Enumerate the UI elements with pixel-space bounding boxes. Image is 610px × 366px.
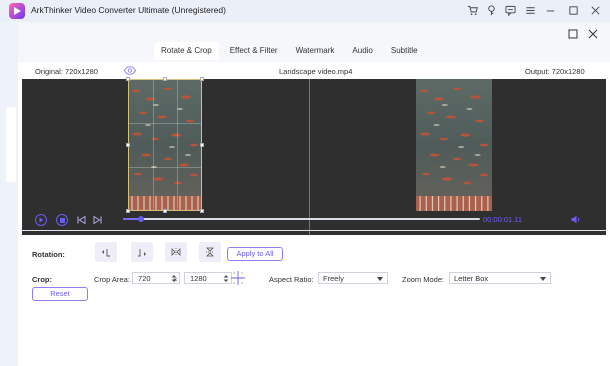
spinner-arrows-icon bbox=[223, 275, 229, 282]
crop-handle-bottom[interactable] bbox=[163, 209, 167, 213]
total-time: /00:00:30.23 bbox=[522, 215, 564, 224]
zoom-mode-label: Zoom Mode: bbox=[402, 275, 445, 284]
edit-dialog: Rotate & Crop Effect & Filter Watermark … bbox=[18, 22, 610, 366]
crop-handle-bottom-left[interactable] bbox=[126, 209, 130, 213]
dialog-close-icon[interactable] bbox=[587, 28, 599, 40]
tab-rotate-crop[interactable]: Rotate & Crop bbox=[154, 42, 219, 60]
tab-watermark[interactable]: Watermark bbox=[289, 42, 342, 60]
time-display: 00:00:01.11/00:00:30.23 bbox=[483, 215, 564, 224]
flip-vertical-button[interactable] bbox=[199, 242, 221, 262]
crop-box[interactable] bbox=[128, 79, 202, 211]
rotate-left-button[interactable] bbox=[95, 242, 117, 262]
zoom-mode-dropdown[interactable]: Letter Box bbox=[449, 272, 551, 284]
flip-vertical-icon bbox=[206, 247, 214, 257]
tab-subtitle[interactable]: Subtitle bbox=[384, 42, 425, 60]
cart-icon[interactable] bbox=[465, 3, 480, 18]
crop-handle-top[interactable] bbox=[163, 77, 167, 81]
zoom-mode-value: Letter Box bbox=[454, 274, 489, 283]
section-divider bbox=[22, 230, 606, 231]
crop-grid-line bbox=[129, 167, 201, 168]
tab-bar: Rotate & Crop Effect & Filter Watermark … bbox=[154, 42, 429, 62]
maximize-icon[interactable] bbox=[566, 3, 581, 18]
dialog-maximize-icon[interactable] bbox=[567, 28, 579, 40]
key-icon[interactable] bbox=[484, 3, 499, 18]
reset-button[interactable]: Reset bbox=[32, 287, 88, 301]
crop-handle-top-left[interactable] bbox=[126, 77, 130, 81]
tab-audio[interactable]: Audio bbox=[345, 42, 379, 60]
original-resolution: Original: 720x1280 bbox=[35, 67, 98, 76]
crop-grid-line bbox=[129, 123, 201, 124]
title-bar: ArkThinker Video Converter Ultimate (Unr… bbox=[0, 0, 610, 22]
crop-label: Crop: bbox=[32, 275, 52, 284]
tab-effect-filter[interactable]: Effect & Filter bbox=[223, 42, 285, 60]
output-video-frame bbox=[416, 79, 492, 211]
crop-width-value: 720 bbox=[138, 274, 151, 283]
file-name: Landscape video.mp4 bbox=[279, 67, 353, 76]
minimize-icon[interactable] bbox=[543, 3, 558, 18]
crop-height-input[interactable]: 1280 bbox=[184, 272, 232, 284]
chevron-down-icon bbox=[377, 277, 383, 281]
rotation-label: Rotation: bbox=[32, 250, 65, 259]
app-title: ArkThinker Video Converter Ultimate (Unr… bbox=[31, 5, 226, 15]
video-preview-area bbox=[22, 79, 606, 235]
apply-to-all-button[interactable]: Apply to All bbox=[227, 247, 283, 261]
crop-handle-top-right[interactable] bbox=[200, 77, 204, 81]
output-resolution: Output: 720x1280 bbox=[525, 67, 585, 76]
background-app-panel bbox=[0, 22, 18, 366]
rotate-left-icon bbox=[102, 249, 110, 257]
background-app-card bbox=[6, 107, 16, 182]
crop-handle-bottom-right[interactable] bbox=[200, 209, 204, 213]
aspect-ratio-label: Aspect Ratio: bbox=[269, 275, 314, 284]
aspect-ratio-value: Freely bbox=[323, 274, 344, 283]
crop-handle-right[interactable] bbox=[200, 143, 204, 147]
current-time: 00:00:01.11 bbox=[483, 215, 523, 224]
chevron-down-icon bbox=[540, 277, 546, 281]
preview-divider bbox=[309, 79, 310, 235]
volume-icon[interactable] bbox=[571, 215, 581, 226]
rotate-right-icon bbox=[138, 249, 146, 257]
app-logo-icon bbox=[9, 3, 25, 19]
menu-icon[interactable] bbox=[523, 3, 538, 18]
flip-horizontal-button[interactable] bbox=[165, 242, 187, 262]
eye-icon[interactable] bbox=[123, 66, 137, 77]
next-frame-icon[interactable] bbox=[93, 215, 102, 226]
times-symbol: × bbox=[173, 275, 178, 284]
close-icon[interactable] bbox=[588, 3, 603, 18]
flip-horizontal-icon bbox=[171, 248, 181, 256]
crop-height-value: 1280 bbox=[190, 274, 207, 283]
stop-button[interactable] bbox=[56, 214, 68, 226]
progress-track[interactable] bbox=[123, 218, 480, 220]
crop-area-label: Crop Area: bbox=[94, 275, 130, 284]
feedback-icon[interactable] bbox=[503, 3, 518, 18]
crop-handle-left[interactable] bbox=[126, 143, 130, 147]
aspect-ratio-dropdown[interactable]: Freely bbox=[318, 272, 388, 284]
center-crop-icon[interactable] bbox=[230, 270, 246, 288]
rotate-right-button[interactable] bbox=[131, 242, 153, 262]
crop-grid-line bbox=[153, 80, 154, 210]
play-button[interactable] bbox=[35, 214, 47, 226]
progress-knob[interactable] bbox=[137, 216, 144, 222]
previous-frame-icon[interactable] bbox=[77, 215, 86, 226]
crop-grid-line bbox=[177, 80, 178, 210]
